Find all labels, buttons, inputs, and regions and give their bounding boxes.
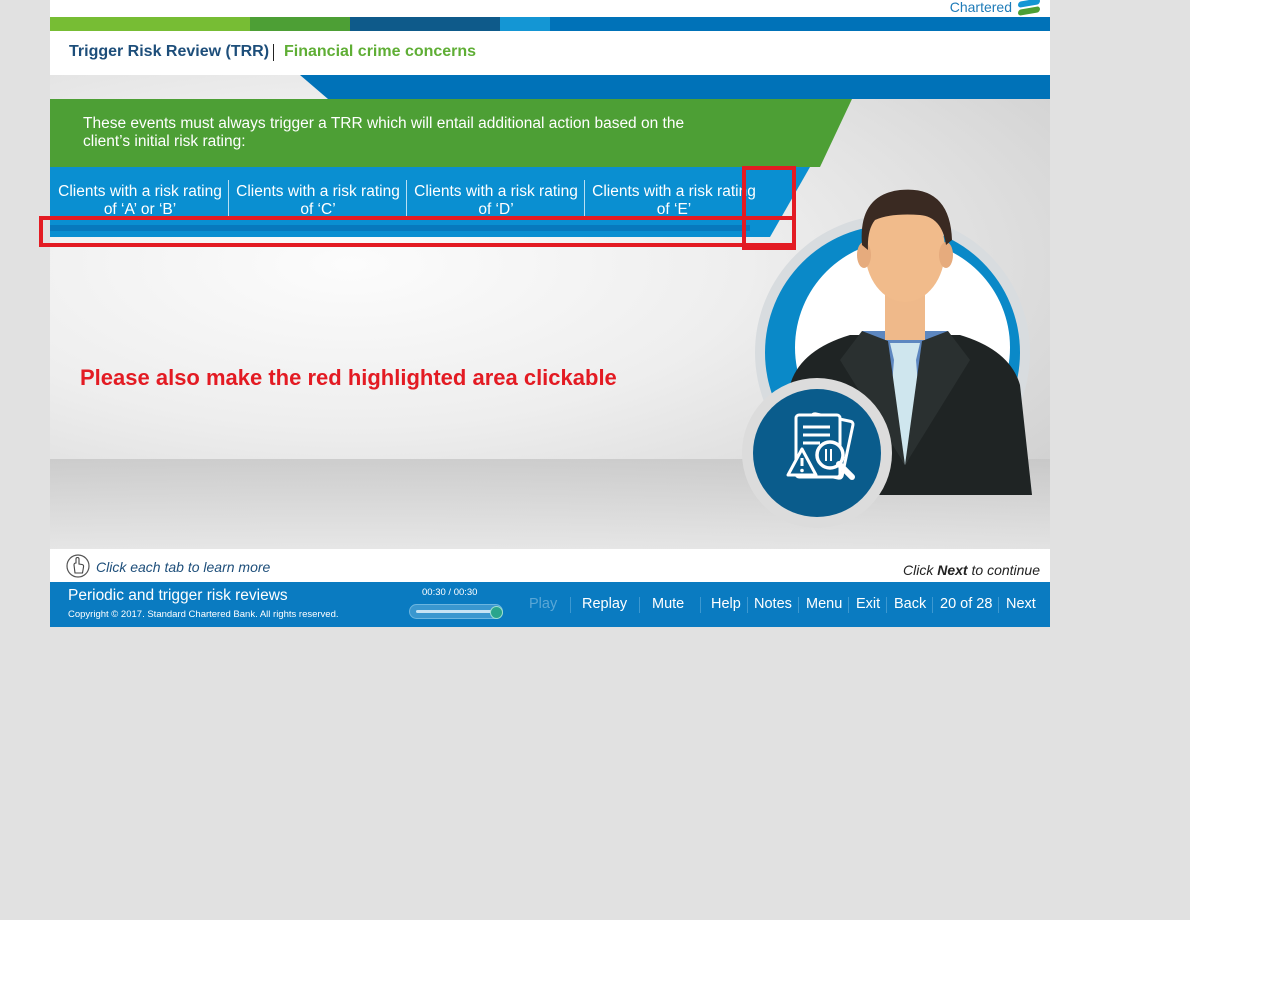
course-title: Periodic and trigger risk reviews [68, 587, 288, 604]
tab-divider [228, 180, 229, 220]
continue-hint-next: Next [937, 562, 968, 578]
progress-knob[interactable] [490, 606, 503, 619]
brand-logo: Chartered [950, 0, 1040, 18]
course-player: Chartered Trigger Risk Review (TRR) Fina… [50, 0, 1050, 627]
title-divider [273, 44, 274, 61]
player-footer: Periodic and trigger risk reviews Copyri… [50, 582, 1050, 627]
hand-pointer-icon [66, 554, 90, 578]
page-title: Trigger Risk Review (TRR) [69, 43, 270, 60]
replay-button[interactable]: Replay [582, 596, 627, 612]
brand-color-bar [50, 17, 1050, 31]
nav-divider [639, 597, 640, 613]
annotation-text: Please also make the red highlighted are… [80, 365, 617, 390]
copyright-text: Copyright © 2017. Standard Chartered Ban… [68, 609, 339, 620]
play-button[interactable]: Play [529, 596, 557, 612]
nav-divider [747, 597, 748, 613]
continue-hint-prefix: Click [903, 562, 938, 578]
highlight-area-right-corner[interactable] [742, 166, 796, 250]
nav-divider [700, 597, 701, 613]
title-bar: Trigger Risk Review (TRR) Financial crim… [50, 31, 1050, 75]
nav-divider [570, 597, 571, 613]
progress-slider[interactable] [409, 604, 503, 619]
exit-button[interactable]: Exit [856, 596, 880, 612]
continue-hint: Click Next to continue [903, 562, 1040, 578]
next-button[interactable]: Next [1006, 596, 1036, 612]
nav-divider [798, 597, 799, 613]
content-stage: These events must always trigger a TRR w… [50, 75, 1050, 549]
highlight-area-bottom-strip[interactable] [39, 216, 796, 247]
intro-banner: These events must always trigger a TRR w… [50, 99, 852, 167]
back-button[interactable]: Back [894, 596, 926, 612]
nav-divider [848, 597, 849, 613]
brand-mark-icon [1018, 0, 1040, 16]
document-search-warning-icon [786, 412, 855, 480]
timer: 00:30 / 00:30 [422, 587, 478, 598]
tab-divider [584, 180, 585, 220]
page-counter: 20 of 28 [940, 596, 993, 612]
nav-divider [886, 597, 887, 613]
help-button[interactable]: Help [711, 596, 741, 612]
nav-divider [998, 597, 999, 613]
instruction-bar: Click each tab to learn more Click Next … [50, 549, 1050, 582]
intro-text: These events must always trigger a TRR w… [83, 115, 685, 150]
nav-divider [932, 597, 933, 613]
blue-band [300, 75, 1050, 99]
progress-fill [416, 610, 496, 613]
page-subtitle: Financial crime concerns [284, 43, 477, 60]
continue-hint-suffix: to continue [967, 562, 1040, 578]
tab-divider [406, 180, 407, 220]
notes-button[interactable]: Notes [754, 596, 792, 612]
brand-name: Chartered [949, 0, 1012, 15]
mute-button[interactable]: Mute [652, 596, 684, 612]
menu-button[interactable]: Menu [806, 596, 842, 612]
instruction-tip: Click each tab to learn more [96, 559, 271, 575]
